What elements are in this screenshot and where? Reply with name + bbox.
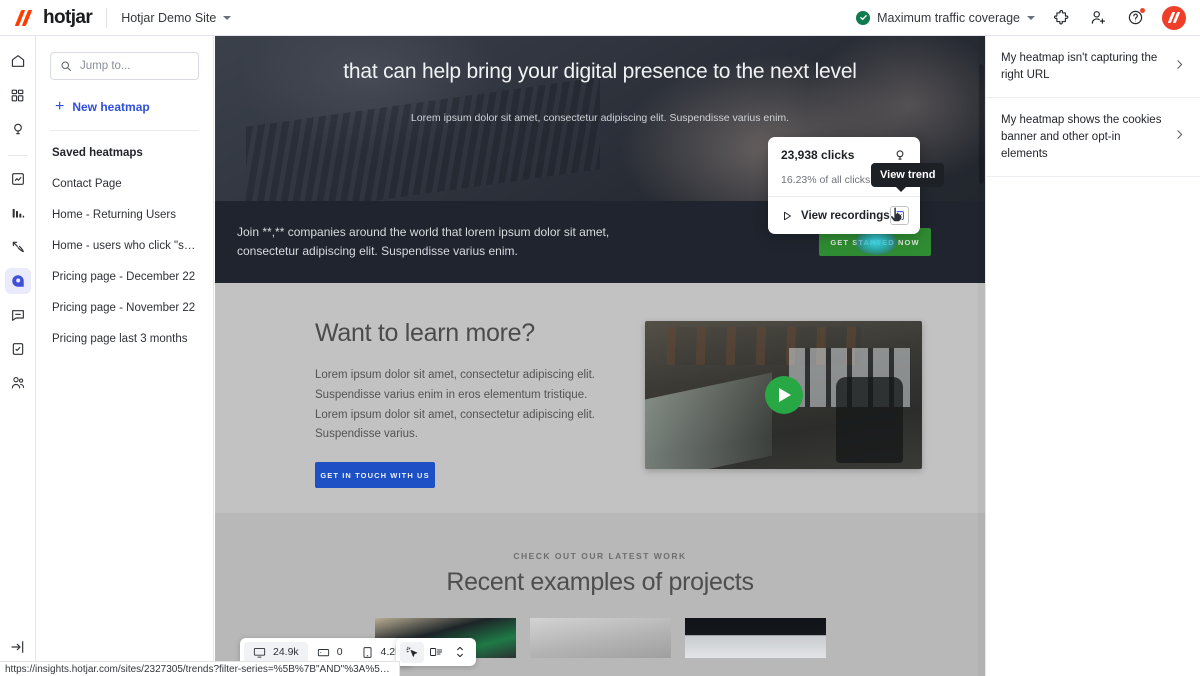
video-thumbnail[interactable]: [645, 321, 922, 469]
traffic-coverage-selector[interactable]: Maximum traffic coverage: [856, 10, 1035, 25]
help-article-title: My heatmap isn't capturing the right URL: [1001, 52, 1158, 81]
new-heatmap-button[interactable]: + New heatmap: [50, 96, 199, 118]
projects-eyebrow: CHECK OUT OUR LATEST WORK: [513, 551, 687, 561]
coverage-label: Maximum traffic coverage: [877, 10, 1020, 25]
divider: [106, 7, 108, 28]
puzzle-icon[interactable]: [1051, 7, 1072, 28]
search-input[interactable]: Jump to...: [50, 52, 199, 80]
click-count: 23,938 clicks: [781, 148, 855, 162]
scroll-map-icon[interactable]: [448, 642, 472, 663]
new-heatmap-label: New heatmap: [72, 100, 150, 114]
top-bar-actions: Maximum traffic coverage: [856, 5, 1200, 30]
learn-more-heading: Want to learn more?: [315, 319, 535, 347]
hero-heading: that can help bring your digital presenc…: [343, 60, 857, 83]
search-placeholder: Jump to...: [80, 60, 131, 72]
expand-panel-icon[interactable]: [10, 639, 26, 660]
view-recordings-label: View recordings: [801, 209, 890, 222]
office-chair-shape: [836, 377, 903, 464]
sidebar-item-home[interactable]: [5, 48, 31, 74]
project-thumbnail[interactable]: [529, 618, 671, 658]
search-icon: [61, 61, 72, 72]
check-circle-icon: [856, 10, 871, 25]
divider: [7, 155, 28, 156]
join-band-text: Join **,** companies around the world th…: [237, 225, 610, 258]
get-in-touch-button[interactable]: GET IN TOUCH WITH US: [315, 462, 435, 489]
mouse-cursor-icon: [889, 206, 904, 229]
desktop-icon: [253, 647, 266, 658]
sidebar-item-dashboards[interactable]: [5, 82, 31, 108]
list-item[interactable]: Home - users who click "sign up": [50, 221, 199, 252]
site-selector[interactable]: Hotjar Demo Site: [121, 10, 232, 25]
top-bar: hotjar Hotjar Demo Site Maximum traffic …: [0, 0, 1200, 36]
plus-icon: +: [55, 98, 65, 115]
help-article-link[interactable]: My heatmap shows the cookies banner and …: [986, 98, 1200, 178]
icon-rail: [0, 36, 36, 676]
element-map-icon[interactable]: [424, 642, 448, 663]
hotjar-logo-icon: [14, 9, 36, 27]
heatmap-canvas[interactable]: that can help bring your digital presenc…: [215, 36, 985, 676]
scrollbar-thumb[interactable]: [979, 64, 984, 184]
view-recordings-button[interactable]: View recordings: [781, 210, 890, 222]
add-user-icon[interactable]: [1088, 7, 1109, 28]
learn-more-paragraph: Lorem ipsum dolor sit amet, consectetur …: [315, 369, 595, 441]
site-name: Hotjar Demo Site: [121, 10, 217, 25]
help-icon[interactable]: [1125, 7, 1146, 28]
view-trend-tooltip: View trend: [871, 163, 945, 192]
learn-more-copy: Want to learn more? Lorem ipsum dolor si…: [315, 319, 615, 513]
help-article-link[interactable]: My heatmap isn't capturing the right URL: [986, 36, 1200, 99]
sidebar-item-highlights[interactable]: [5, 234, 31, 260]
click-map-icon[interactable]: [400, 641, 424, 663]
hotjar-heatmaps-app: hotjar Hotjar Demo Site Maximum traffic …: [0, 0, 1200, 676]
learn-more-section: Want to learn more? Lorem ipsum dolor si…: [215, 283, 985, 513]
notification-dot: [1140, 8, 1145, 13]
chevron-right-icon: [1173, 128, 1186, 146]
floor-light-shape: [645, 372, 773, 469]
sidebar-item-surveys[interactable]: [5, 336, 31, 362]
heatmaps-list-panel: Jump to... + New heatmap Saved heatmaps …: [36, 36, 214, 676]
chevron-down-icon: [223, 15, 232, 20]
desktop-count: 24.9k: [273, 646, 299, 658]
saved-heatmaps-heading: Saved heatmaps: [52, 147, 143, 159]
list-item[interactable]: Home - Returning Users: [50, 190, 199, 221]
mobile-count: 0: [336, 646, 343, 658]
play-button-icon[interactable]: [764, 376, 803, 414]
list-item[interactable]: Pricing page last 3 months: [50, 314, 199, 345]
brand-name: hotjar: [43, 6, 93, 28]
list-item[interactable]: Pricing page - December 22: [50, 252, 199, 283]
status-url: https://insights.hotjar.com/sites/232730…: [5, 663, 394, 675]
sidebar-item-insights[interactable]: [5, 116, 31, 142]
browser-status-bar: https://insights.hotjar.com/sites/232730…: [0, 661, 400, 676]
tablet-icon: [363, 646, 372, 658]
sidebar-item-funnels[interactable]: [5, 200, 31, 226]
project-thumbnail[interactable]: [684, 618, 826, 658]
sidebar-item-recruit[interactable]: [5, 370, 31, 396]
sidebar-item-trends[interactable]: [5, 166, 31, 192]
chevron-right-icon: [1173, 58, 1186, 76]
list-item[interactable]: Contact Page: [50, 159, 199, 190]
brand-logo-group[interactable]: hotjar: [0, 6, 93, 29]
hero-paragraph: Lorem ipsum dolor sit amet, consectetur …: [410, 111, 790, 124]
hero-text: that can help bring your digital presenc…: [215, 36, 985, 127]
projects-heading: Recent examples of projects: [446, 568, 754, 596]
heatmap-type-toolbar: [396, 638, 476, 666]
sidebar-item-feedback[interactable]: [5, 302, 31, 328]
device-filter-mobile[interactable]: 0: [308, 642, 352, 663]
chevron-down-icon: [1027, 15, 1035, 20]
canvas-scrollbar[interactable]: [978, 36, 985, 676]
sidebar-item-heatmaps[interactable]: [4, 268, 31, 294]
list-item[interactable]: Pricing page - November 22: [50, 283, 199, 314]
mobile-icon: [317, 648, 329, 656]
avatar[interactable]: [1162, 5, 1186, 30]
help-panel: My heatmap isn't capturing the right URL…: [985, 36, 1200, 676]
help-article-title: My heatmap shows the cookies banner and …: [1001, 114, 1162, 160]
device-filter-desktop[interactable]: 24.9k: [244, 641, 308, 663]
play-icon: [784, 211, 791, 220]
